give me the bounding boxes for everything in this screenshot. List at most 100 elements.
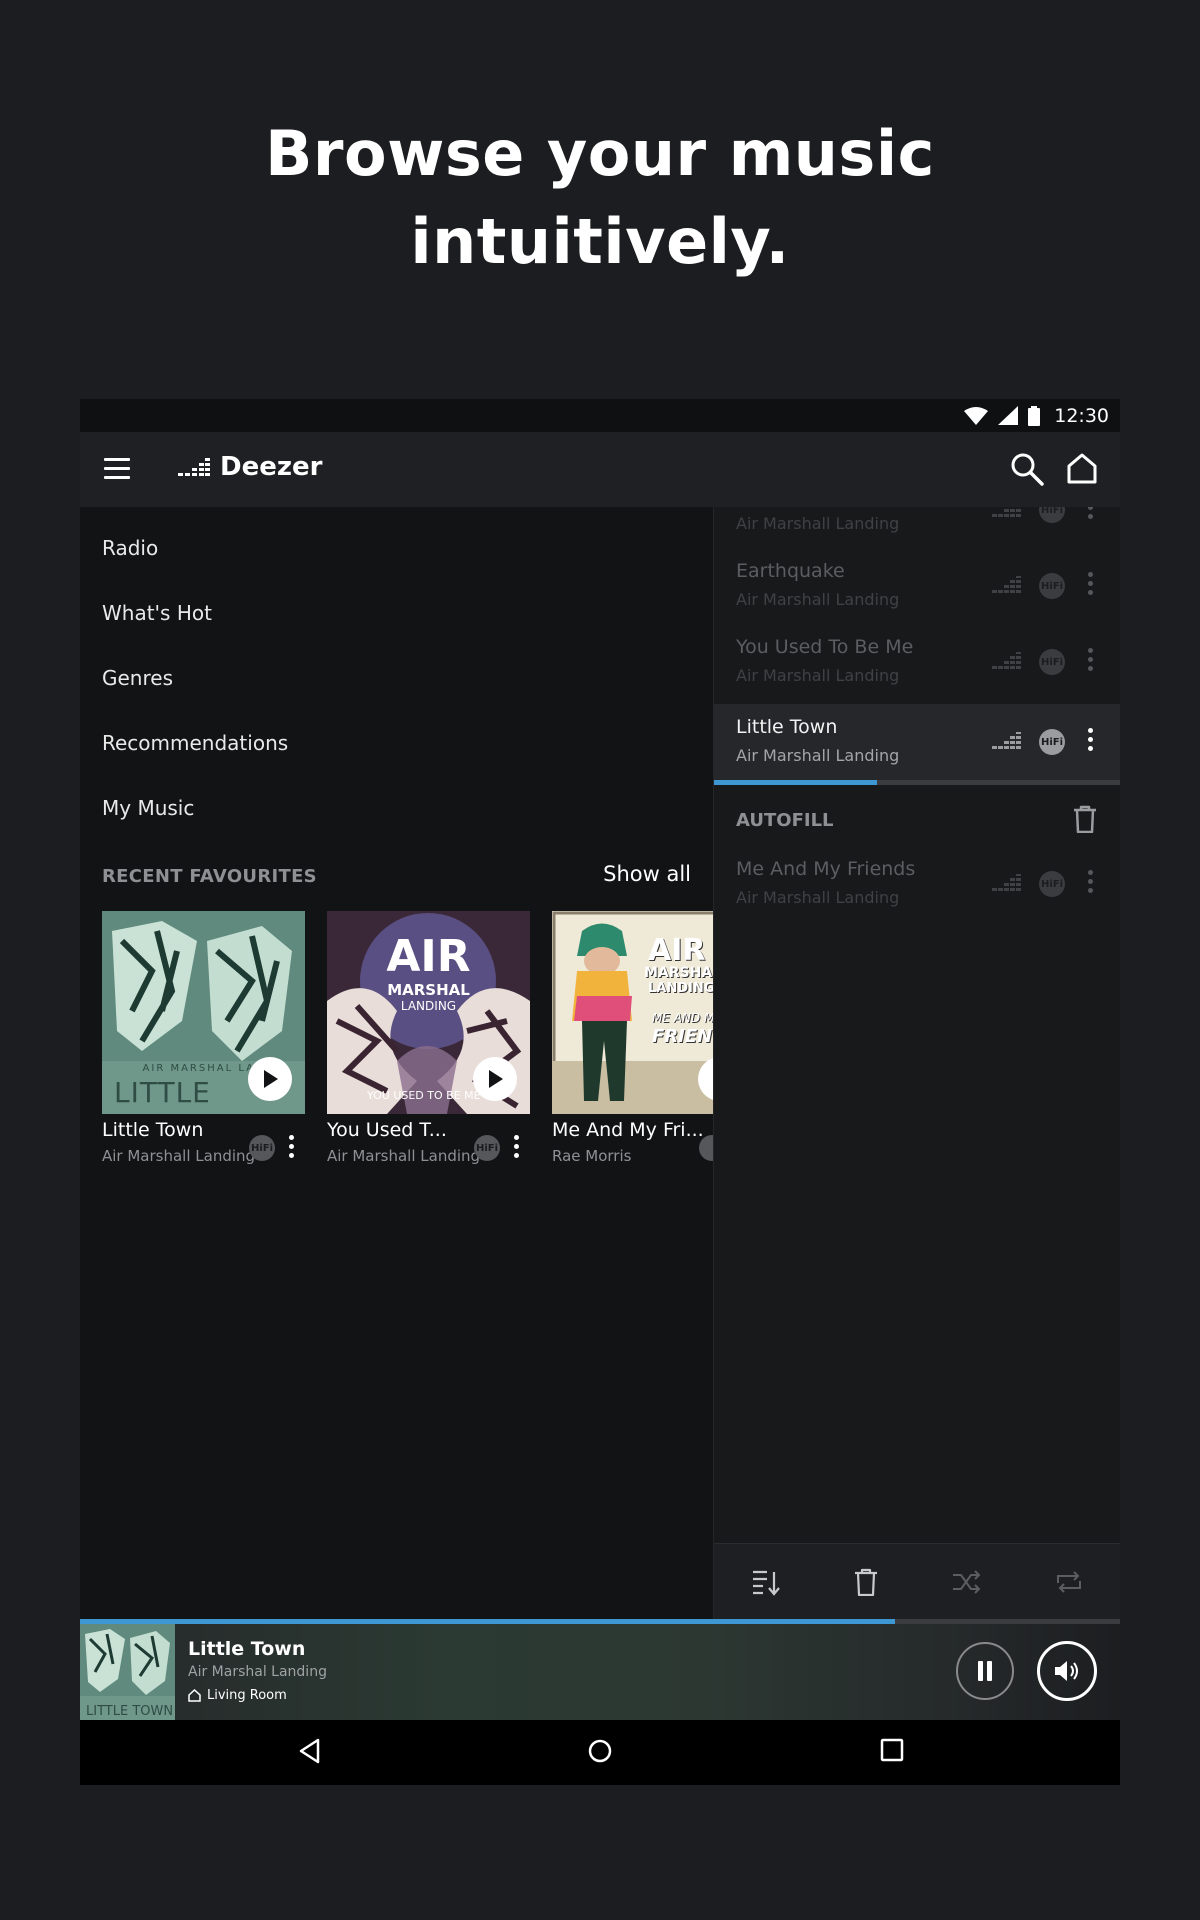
- menu-icon[interactable]: [104, 458, 130, 480]
- current-track-progress-fill: [714, 780, 877, 785]
- headline-line-1: Browse your music: [265, 117, 935, 190]
- show-all-link[interactable]: Show all: [603, 862, 691, 886]
- nav-item-my-music[interactable]: My Music: [102, 796, 194, 820]
- repeat-icon[interactable]: [1054, 1569, 1084, 1595]
- recents-icon[interactable]: [880, 1738, 904, 1762]
- wifi-icon: [964, 406, 989, 425]
- track-artist: Air Marshall Landing: [736, 514, 900, 533]
- album-cover[interactable]: AIR MARSHAL LANDING ME AND MY FRIENDS: [552, 911, 713, 1114]
- device-screen: 12:30 Deezer Radio What's Hot Genres Rec…: [80, 399, 1120, 1785]
- track-artist: Air Marshall Landing: [736, 666, 900, 685]
- back-icon[interactable]: [298, 1738, 322, 1764]
- cover-text-1: AIR: [648, 933, 706, 968]
- card-subtitle: Air Marshall Landing: [327, 1147, 481, 1165]
- track-artist: Air Marshall Landing: [736, 590, 900, 609]
- mini-player[interactable]: LITTLE TOWN Little Town Air Marshal Land…: [80, 1624, 1120, 1720]
- autofill-title: AUTOFILL: [736, 810, 834, 831]
- pause-button[interactable]: [956, 1642, 1014, 1700]
- cover-text-3: LANDING: [400, 999, 457, 1013]
- hifi-badge: HiFi: [1039, 573, 1065, 599]
- player-track-title: Little Town: [188, 1638, 306, 1660]
- status-bar: 12:30: [80, 399, 1120, 432]
- track-artist: Air Marshall Landing: [736, 888, 900, 907]
- player-album-art[interactable]: LITTLE TOWN: [80, 1624, 175, 1720]
- card-title: Me And My Fri...: [552, 1119, 704, 1141]
- track-title: Little Town: [736, 716, 838, 738]
- volume-button[interactable]: [1037, 1641, 1097, 1701]
- equalizer-icon: [992, 509, 1021, 517]
- cover-text-5: FRIENDS: [652, 1026, 713, 1047]
- output-device-name: Living Room: [207, 1688, 287, 1703]
- more-options-icon[interactable]: [285, 1135, 297, 1158]
- home-icon: [188, 1689, 201, 1702]
- player-track-artist: Air Marshal Landing: [188, 1664, 327, 1680]
- headline-line-2: intuitively.: [410, 205, 790, 278]
- album-card-me-and-my-friends[interactable]: AIR MARSHAL LANDING ME AND MY FRIENDS Me…: [552, 911, 713, 1171]
- queue-track-current[interactable]: Little Town Air Marshall Landing HiFi: [714, 704, 1120, 780]
- shuffle-icon[interactable]: [951, 1570, 981, 1594]
- current-track-progress: [714, 780, 1120, 785]
- deezer-logo-icon: [178, 458, 210, 476]
- promo-headline: Browse your music intuitively.: [0, 110, 1200, 286]
- cover-text-4: ME AND MY: [652, 1011, 713, 1025]
- equalizer-icon: [992, 874, 1021, 891]
- more-options-icon[interactable]: [510, 1135, 522, 1158]
- hifi-badge: HiFi: [474, 1135, 500, 1161]
- album-card-little-town[interactable]: AIR MARSHAL LAN LITTLE TOWN Little Town …: [102, 911, 305, 1165]
- card-title: Little Town: [102, 1119, 204, 1141]
- track-title: Me And My Friends: [736, 858, 916, 880]
- status-time: 12:30: [1054, 404, 1109, 427]
- autofill-track[interactable]: Me And My Friends Air Marshall Landing H…: [714, 846, 1120, 922]
- more-options-icon[interactable]: [1084, 870, 1096, 893]
- brand-name: Deezer: [220, 452, 323, 482]
- cover-text-1: AIR: [386, 931, 471, 982]
- queue-track[interactable]: Earthquake Air Marshall Landing HiFi: [714, 548, 1120, 624]
- nav-item-genres[interactable]: Genres: [102, 666, 173, 690]
- queue-toolbar: [714, 1543, 1120, 1619]
- svg-text:LITTLE TOWN: LITTLE TOWN: [86, 1704, 173, 1719]
- nav-item-whats-hot[interactable]: What's Hot: [102, 601, 212, 625]
- signal-icon: [998, 406, 1019, 425]
- queue-track[interactable]: Air Marshall Landing HiFi: [714, 507, 1120, 548]
- play-button[interactable]: [473, 1057, 517, 1101]
- home-icon[interactable]: [1066, 452, 1098, 484]
- track-artist: Air Marshall Landing: [736, 746, 900, 765]
- cover-text-3: LANDING: [648, 981, 713, 996]
- more-options-icon[interactable]: [1084, 507, 1096, 519]
- clear-queue-icon[interactable]: [854, 1568, 878, 1596]
- more-options-icon[interactable]: [1084, 648, 1096, 671]
- hifi-badge: HiFi: [1039, 507, 1065, 523]
- brand[interactable]: Deezer: [178, 452, 322, 482]
- hifi-badge: HiFi: [1039, 729, 1065, 755]
- queue-pane: Air Marshall Landing HiFi Earthquake Air…: [713, 507, 1120, 1619]
- pause-icon: [978, 1661, 992, 1681]
- play-button[interactable]: [248, 1057, 292, 1101]
- more-options-icon[interactable]: [1084, 728, 1096, 751]
- more-options-icon[interactable]: [1084, 572, 1096, 595]
- sort-queue-icon[interactable]: [751, 1568, 781, 1596]
- track-title: Earthquake: [736, 560, 845, 582]
- equalizer-icon: [992, 576, 1021, 593]
- hifi-badge: HiFi: [1039, 871, 1065, 897]
- album-card-you-used-to-be-me[interactable]: AIR MARSHAL LANDING YOU USED TO BE ME Yo…: [327, 911, 530, 1165]
- cover-text-2: MARSHAL: [387, 981, 470, 999]
- track-title: You Used To Be Me: [736, 636, 914, 658]
- nav-item-radio[interactable]: Radio: [102, 536, 158, 560]
- app-bar: Deezer: [80, 432, 1120, 507]
- nav-item-recommendations[interactable]: Recommendations: [102, 731, 288, 755]
- home-nav-icon[interactable]: [587, 1738, 613, 1764]
- hifi-badge: HiFi: [249, 1135, 275, 1161]
- play-icon: [489, 1070, 503, 1088]
- card-subtitle: Rae Morris: [552, 1147, 632, 1165]
- output-device[interactable]: Living Room: [188, 1688, 287, 1703]
- cover-text-2: MARSHAL: [644, 965, 713, 981]
- hifi-badge: [699, 1135, 713, 1161]
- album-cover[interactable]: AIR MARSHAL LAN LITTLE TOWN: [102, 911, 305, 1114]
- card-subtitle: Air Marshall Landing: [102, 1147, 256, 1165]
- album-cover[interactable]: AIR MARSHAL LANDING YOU USED TO BE ME: [327, 911, 530, 1114]
- queue-track[interactable]: You Used To Be Me Air Marshall Landing H…: [714, 624, 1120, 700]
- play-icon: [264, 1070, 278, 1088]
- trash-icon[interactable]: [1073, 805, 1097, 833]
- search-icon[interactable]: [1010, 452, 1044, 486]
- cover-text-4: YOU USED TO BE ME: [367, 1089, 481, 1102]
